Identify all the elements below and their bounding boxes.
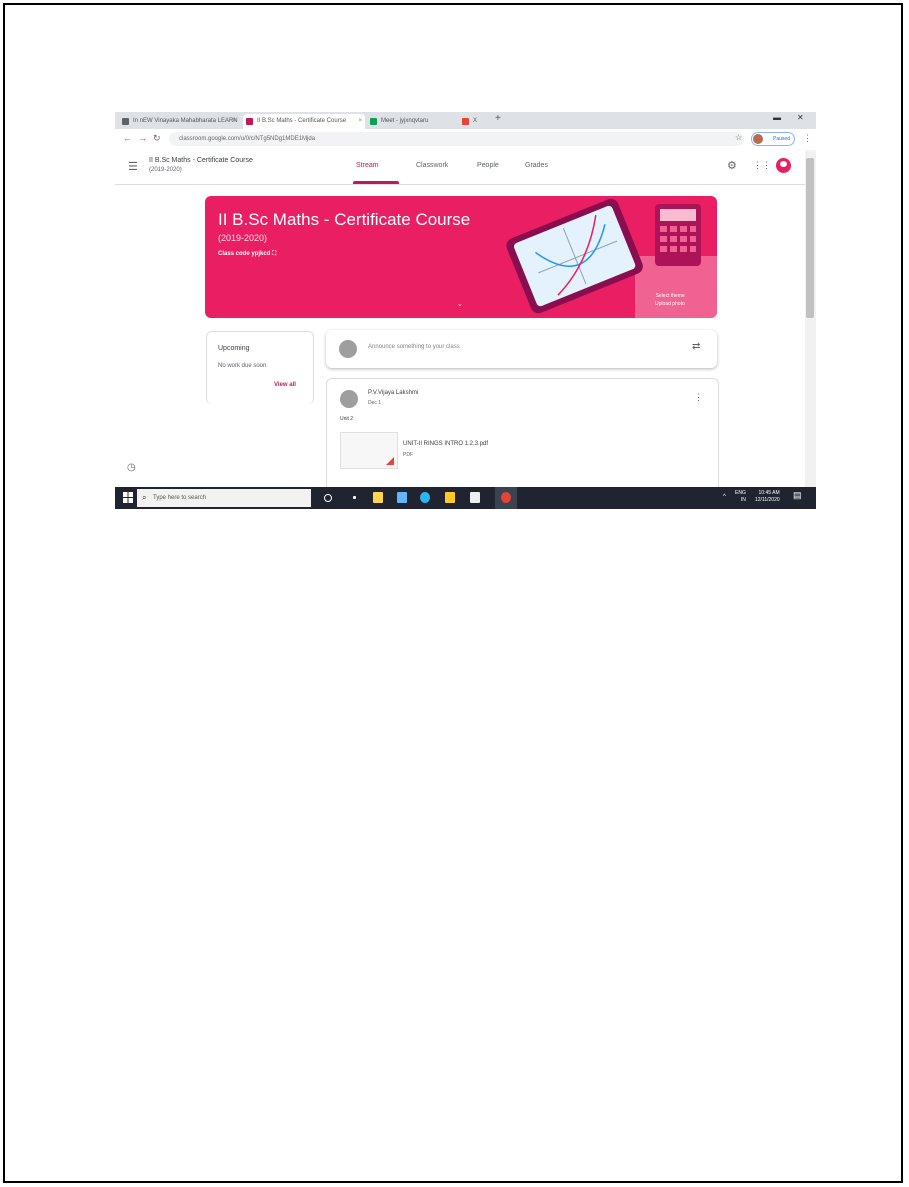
- screenshot: In nEW Vinayaka Mahabharata LEARN × II B…: [115, 112, 816, 509]
- class-banner: II B.Sc Maths - Certificate Course (2019…: [205, 196, 717, 318]
- tab-grades[interactable]: Grades: [525, 162, 548, 169]
- tab-label: Meet - jyjxnqvtaru: [381, 118, 429, 124]
- view-all-link[interactable]: View all: [274, 382, 296, 388]
- task-view-icon[interactable]: [353, 496, 356, 499]
- tray-clock[interactable]: 10:45 AM 12/11/2020: [755, 490, 780, 504]
- banner-theme-links: Select theme Upload photo: [655, 292, 685, 308]
- forward-icon[interactable]: →: [138, 133, 147, 143]
- tab-label: II B.Sc Maths - Certificate Course: [257, 118, 347, 124]
- tab-label: X: [473, 118, 478, 124]
- browser-tabstrip: In nEW Vinayaka Mahabharata LEARN × II B…: [115, 112, 816, 129]
- attachment-name[interactable]: UNIT-II RINGS INTRO 1.2.3.pdf: [403, 441, 488, 447]
- url-field[interactable]: classroom.google.com/u/0/c/NTg5NDg1MDE1M…: [169, 132, 744, 146]
- attachment-type: PDF: [403, 452, 413, 458]
- minimize-icon[interactable]: ▬: [773, 113, 781, 122]
- close-icon[interactable]: ×: [358, 114, 362, 129]
- upcoming-text: No work due soon: [218, 363, 267, 369]
- taskbar-search-placeholder: Type here to search: [153, 495, 207, 501]
- browser-tab-2[interactable]: II B.Sc Maths - Certificate Course ×: [243, 114, 365, 129]
- page-scrollbar[interactable]: [805, 150, 816, 487]
- taskbar-active-app[interactable]: [495, 487, 517, 509]
- class-code-text: Class code ypjkcd: [218, 251, 271, 257]
- close-window-icon[interactable]: ✕: [797, 113, 804, 122]
- attachment-thumbnail[interactable]: [340, 432, 398, 469]
- hamburger-menu-icon[interactable]: ☰: [128, 160, 138, 173]
- taskbar-search[interactable]: ⌕ Type here to search: [137, 489, 311, 507]
- account-avatar[interactable]: [776, 158, 791, 173]
- tray-date: 12/11/2020: [755, 497, 780, 503]
- tab-people[interactable]: People: [477, 162, 499, 169]
- tab-stream[interactable]: Stream: [356, 162, 379, 169]
- back-icon[interactable]: ←: [123, 133, 132, 143]
- close-icon[interactable]: ×: [232, 114, 236, 129]
- folder-icon[interactable]: [445, 492, 455, 503]
- announce-box[interactable]: Announce something to your class ⇄: [326, 330, 717, 368]
- windows-taskbar: ⌕ Type here to search ^ ENG IN 10:45 AM …: [115, 487, 816, 509]
- cortana-icon[interactable]: [324, 494, 332, 502]
- chevron-up-icon[interactable]: ^: [723, 494, 726, 501]
- stream-post: P.V.Vijaya Lakshmi Dec 1 ⋮ Unit 2 UNIT-I…: [326, 378, 719, 489]
- notification-icon[interactable]: ▤: [793, 491, 802, 500]
- more-vert-icon[interactable]: ⋮: [694, 392, 703, 403]
- browser-tab-1[interactable]: In nEW Vinayaka Mahabharata LEARN ×: [119, 114, 239, 129]
- chrome-icon: [501, 492, 511, 503]
- windows-start-icon[interactable]: [123, 492, 133, 503]
- edge-icon[interactable]: [420, 492, 430, 503]
- upcoming-card: Upcoming No work due soon View all: [206, 331, 314, 404]
- browser-tab-4[interactable]: X: [459, 114, 493, 129]
- upload-photo-link[interactable]: Upload photo: [655, 300, 685, 308]
- post-author: P.V.Vijaya Lakshmi: [368, 390, 419, 396]
- menu-dots-icon[interactable]: ⋮: [803, 133, 812, 144]
- upcoming-title: Upcoming: [218, 345, 250, 352]
- tab-classwork[interactable]: Classwork: [416, 162, 448, 169]
- fullscreen-icon[interactable]: ⛶: [272, 251, 276, 257]
- profile-label: Paused: [773, 136, 790, 142]
- chevron-down-icon[interactable]: ⌄: [457, 300, 463, 308]
- post-body: Unit 2: [340, 416, 354, 422]
- class-code[interactable]: Class code ypjkcd ⛶: [218, 251, 276, 258]
- banner-title: II B.Sc Maths - Certificate Course: [218, 210, 471, 229]
- browser-tab-3[interactable]: Meet - jyjxnqvtaru: [367, 114, 459, 129]
- repost-icon[interactable]: ⇄: [692, 341, 700, 352]
- profile-avatar: [753, 134, 763, 144]
- tab-label: In nEW Vinayaka Mahabharata LEARN: [133, 118, 238, 124]
- pdf-icon: [386, 457, 394, 465]
- settings-gear-icon[interactable]: ⚙: [727, 159, 737, 172]
- search-icon: ⌕: [142, 493, 147, 502]
- tab-favicon: [122, 118, 129, 125]
- apps-grid-icon[interactable]: ⋮⋮: [753, 160, 771, 171]
- reload-icon[interactable]: ↻: [153, 133, 161, 144]
- header-class-name[interactable]: II B.Sc Maths - Certificate Course: [149, 157, 253, 164]
- tray-language[interactable]: ENG IN: [735, 490, 746, 504]
- profile-button[interactable]: Paused: [751, 132, 795, 146]
- new-tab-button[interactable]: +: [495, 113, 501, 124]
- banner-year: (2019-2020): [218, 233, 268, 243]
- avatar: [339, 340, 357, 358]
- avatar: [340, 390, 358, 408]
- mail-icon[interactable]: [397, 492, 407, 503]
- meet-favicon-icon: [370, 118, 377, 125]
- header-class-sub: (2019-2020): [149, 167, 182, 173]
- address-bar: ← → ↻ classroom.google.com/u/0/c/NTg5NDg…: [115, 129, 816, 151]
- scrollbar-thumb[interactable]: [806, 158, 814, 318]
- tray-lang: ENG: [735, 490, 746, 496]
- select-theme-link[interactable]: Select theme: [655, 292, 685, 300]
- tray-time: 10:45 AM: [758, 490, 780, 496]
- store-icon[interactable]: [470, 492, 480, 503]
- post-date: Dec 1: [368, 400, 382, 406]
- star-icon[interactable]: ☆: [735, 133, 742, 142]
- tab-favicon: [462, 118, 469, 125]
- url-text: classroom.google.com/u/0/c/NTg5NDg1MDE1M…: [179, 136, 316, 142]
- classroom-favicon-icon: [246, 118, 253, 125]
- announce-placeholder[interactable]: Announce something to your class: [368, 344, 460, 350]
- history-icon[interactable]: ◷: [127, 462, 136, 473]
- tray-region: IN: [740, 497, 746, 503]
- file-explorer-icon[interactable]: [373, 492, 383, 503]
- active-tab-indicator: [353, 181, 399, 184]
- classroom-header: ☰ II B.Sc Maths - Certificate Course (20…: [115, 150, 805, 185]
